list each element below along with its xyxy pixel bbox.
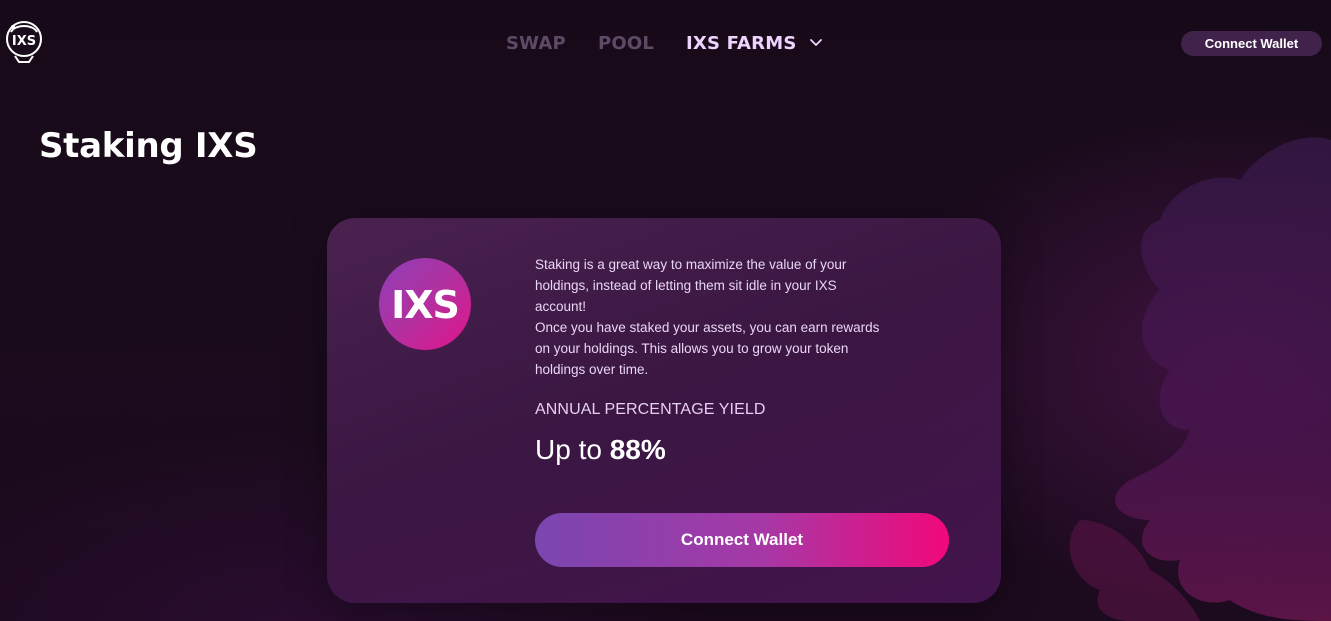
nav-swap[interactable]: SWAP [506, 33, 566, 54]
logo-text: IXS [12, 34, 36, 49]
token-logo-text: IXS [391, 283, 459, 327]
apy-label: ANNUAL PERCENTAGE YIELD [535, 401, 766, 418]
description-line: on your holdings. This allows you to gro… [535, 341, 849, 356]
page-title: Staking IXS [39, 126, 258, 166]
ixs-token-icon: IXS [379, 258, 471, 350]
ixs-astronaut-logo-icon[interactable]: IXS [5, 18, 43, 64]
nav-ixs-farms-label: IXS FARMS [686, 32, 797, 54]
nav-ixs-farms[interactable]: IXS FARMS [686, 33, 823, 54]
description-line: Once you have staked your assets, you ca… [535, 320, 880, 335]
apy-value: Up to 88% [535, 434, 666, 466]
main-nav: SWAP POOL IXS FARMS [506, 30, 823, 56]
apy-prefix: Up to [535, 434, 610, 465]
description-line: holdings over time. [535, 362, 649, 377]
connect-wallet-button[interactable]: Connect Wallet [535, 513, 949, 567]
staking-description: Staking is a great way to maximize the v… [535, 254, 915, 380]
staking-card: IXS Staking is a great way to maximize t… [327, 218, 1001, 603]
description-line: account! [535, 299, 587, 314]
chevron-down-icon [809, 39, 822, 46]
nav-pool[interactable]: POOL [598, 33, 654, 54]
description-line: Staking is a great way to maximize the v… [535, 257, 847, 272]
header-connect-wallet-button[interactable]: Connect Wallet [1181, 31, 1322, 56]
description-line: holdings, instead of letting them sit id… [535, 278, 837, 293]
apy-percentage: 88% [609, 434, 666, 465]
